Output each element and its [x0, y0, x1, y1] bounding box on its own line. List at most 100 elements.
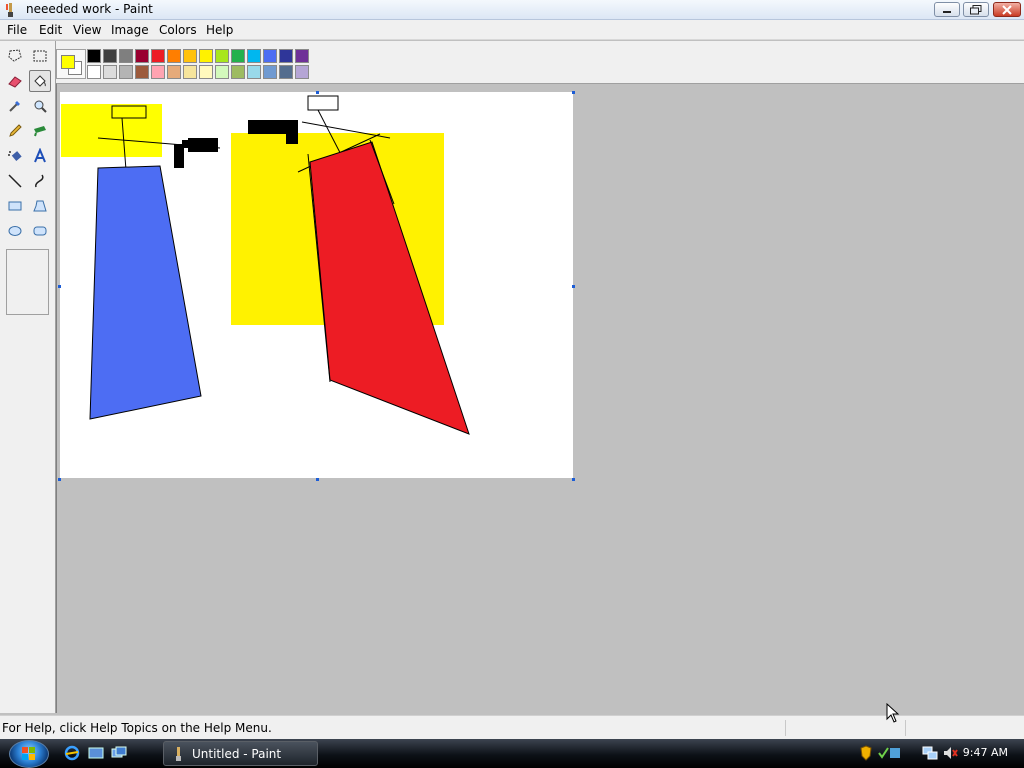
windows-start-icon — [22, 747, 35, 760]
close-icon — [1002, 4, 1012, 15]
color-swatch[interactable] — [119, 49, 133, 63]
resize-handle-bottom-left — [58, 478, 61, 481]
close-button[interactable] — [993, 2, 1021, 17]
rounded-rectangle-icon — [33, 226, 47, 236]
select-icon — [33, 50, 47, 62]
line-icon — [8, 174, 22, 188]
color-swatch[interactable] — [199, 65, 213, 79]
color-swatch[interactable] — [87, 65, 101, 79]
black-block — [182, 140, 190, 148]
tool-curve[interactable] — [29, 170, 51, 192]
minimize-icon — [943, 10, 951, 13]
tool-options-box[interactable] — [6, 249, 49, 315]
color-swatch[interactable] — [135, 49, 149, 63]
color-swatch[interactable] — [215, 65, 229, 79]
show-desktop-icon[interactable] — [88, 745, 104, 761]
color-swatch[interactable] — [167, 49, 181, 63]
status-divider — [785, 720, 786, 736]
tool-line[interactable] — [4, 170, 26, 192]
color-swatch[interactable] — [199, 49, 213, 63]
paint-app-icon — [6, 3, 13, 17]
taskbar-button-label: Untitled - Paint — [192, 747, 282, 761]
color-swatch[interactable] — [279, 49, 293, 63]
menu-view[interactable]: View — [73, 23, 101, 37]
shield-icon[interactable] — [860, 745, 872, 761]
menu-colors[interactable]: Colors — [159, 23, 197, 37]
color-picker-icon — [9, 101, 20, 112]
status-bar: For Help, click Help Topics on the Help … — [0, 715, 1024, 739]
title-bar: neeeded work - Paint — [0, 0, 1024, 20]
color-swatch[interactable] — [151, 65, 165, 79]
maximize-button[interactable] — [963, 2, 989, 17]
taskbar-button-paint[interactable]: Untitled - Paint — [163, 741, 318, 766]
tool-airbrush[interactable] — [4, 145, 26, 167]
color-swatch[interactable] — [135, 65, 149, 79]
color-swatch[interactable] — [151, 49, 165, 63]
status-divider — [905, 720, 906, 736]
tool-rounded-rectangle[interactable] — [29, 220, 51, 242]
text-icon — [34, 148, 46, 163]
menu-image[interactable]: Image — [111, 23, 149, 37]
tool-free-form-select[interactable] — [4, 45, 26, 67]
clock[interactable]: 9:47 AM — [963, 746, 1008, 759]
color-swatch[interactable] — [103, 65, 117, 79]
color-swatch[interactable] — [215, 49, 229, 63]
magnifier-icon — [34, 100, 47, 113]
paint-app-icon — [176, 747, 181, 761]
resize-handle-left — [58, 285, 61, 288]
pencil-icon — [9, 124, 22, 137]
tool-pencil[interactable] — [4, 120, 26, 142]
restore-icon — [970, 4, 982, 14]
color-swatch[interactable] — [279, 65, 293, 79]
small-outline-rectangle-right — [307, 95, 339, 111]
ellipse-icon — [8, 226, 22, 236]
color-swatch[interactable] — [295, 49, 309, 63]
speaker-muted-icon[interactable] — [942, 745, 958, 761]
start-button[interactable] — [9, 740, 49, 768]
resize-handle-right[interactable] — [572, 285, 575, 288]
resize-handle-bottom[interactable] — [316, 478, 319, 481]
rectangle-icon — [8, 201, 22, 211]
foreground-color — [61, 55, 75, 69]
tool-pick-color[interactable] — [4, 95, 26, 117]
color-swatch[interactable] — [167, 65, 181, 79]
minimize-button[interactable] — [934, 2, 960, 17]
canvas-drawing — [61, 95, 470, 435]
tool-brush[interactable] — [29, 120, 51, 142]
tool-eraser[interactable] — [4, 70, 26, 92]
internet-explorer-icon[interactable] — [64, 745, 80, 761]
polygon-icon — [33, 200, 47, 212]
free-form-select-icon — [8, 49, 22, 62]
black-block — [286, 128, 298, 144]
tool-ellipse[interactable] — [4, 220, 26, 242]
color-swatch[interactable] — [183, 49, 197, 63]
color-swatch[interactable] — [263, 65, 277, 79]
tool-fill[interactable] — [29, 70, 51, 92]
color-swatch[interactable] — [263, 49, 277, 63]
color-swatch[interactable] — [231, 65, 245, 79]
network-icon[interactable] — [922, 745, 938, 761]
color-swatch[interactable] — [87, 49, 101, 63]
eraser-icon — [8, 76, 22, 88]
check-icon[interactable] — [878, 745, 902, 761]
color-swatch[interactable] — [247, 49, 261, 63]
menu-edit[interactable]: Edit — [39, 23, 62, 37]
menu-help[interactable]: Help — [206, 23, 233, 37]
tool-magnifier[interactable] — [29, 95, 51, 117]
switch-windows-icon[interactable] — [111, 745, 127, 761]
current-colors[interactable] — [56, 49, 86, 79]
drawing-canvas[interactable] — [60, 92, 573, 478]
color-swatch[interactable] — [103, 49, 117, 63]
tool-rectangle[interactable] — [4, 195, 26, 217]
color-swatch[interactable] — [247, 65, 261, 79]
mouse-cursor-icon — [886, 703, 900, 723]
resize-handle-corner[interactable] — [572, 478, 575, 481]
color-swatch[interactable] — [295, 65, 309, 79]
color-swatch[interactable] — [183, 65, 197, 79]
menu-file[interactable]: File — [7, 23, 27, 37]
tool-polygon[interactable] — [29, 195, 51, 217]
tool-text[interactable] — [29, 145, 51, 167]
color-swatch[interactable] — [119, 65, 133, 79]
color-swatch[interactable] — [231, 49, 245, 63]
tool-select[interactable] — [29, 45, 51, 67]
